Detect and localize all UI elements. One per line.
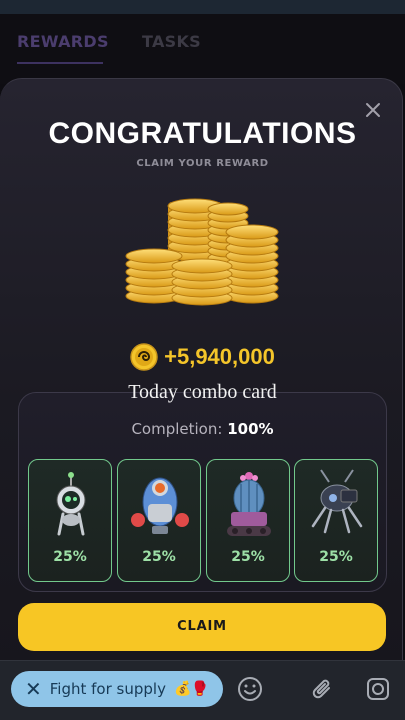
card-percent: 25% (319, 549, 353, 565)
tabs-bar: REWARDS TASKS (0, 14, 405, 84)
combo-title: Today combo card (128, 381, 277, 403)
status-strip (0, 0, 405, 14)
bot-command-chip[interactable]: ✕ Fight for supply 💰🥊 (11, 671, 223, 707)
reward-amount-row: +5,940,000 (0, 343, 405, 373)
combo-card-4[interactable]: 25% (294, 459, 378, 582)
card-percent: 25% (231, 549, 265, 565)
reward-amount: +5,940,000 (164, 344, 275, 369)
tab-tasks[interactable]: TASKS (142, 32, 201, 51)
completion-label: Completion: (131, 420, 223, 438)
coins-pile-icon (125, 198, 279, 306)
claim-button[interactable]: CLAIM (18, 603, 386, 651)
robot-drone-icon (56, 472, 86, 536)
combo-card-3[interactable]: 25% (206, 459, 290, 582)
completion-text: Completion: 100% (0, 420, 405, 438)
completion-value: 100% (227, 420, 274, 438)
camera-icon[interactable] (365, 676, 391, 702)
coin-icon (130, 343, 158, 371)
attach-icon[interactable] (310, 676, 336, 702)
emoji-icon[interactable] (237, 676, 263, 702)
boxer-robot-icon (131, 477, 189, 534)
cactus-tank-icon (227, 472, 271, 536)
modal-title: CONGRATULATIONS (48, 117, 357, 150)
combo-card-1[interactable]: 25% (28, 459, 112, 582)
tab-rewards[interactable]: REWARDS (17, 32, 109, 51)
active-tab-indicator (17, 62, 103, 64)
spider-drone-icon (311, 469, 363, 534)
combo-card-2[interactable]: 25% (117, 459, 201, 582)
close-icon: ✕ (25, 677, 42, 701)
chip-label: Fight for supply (49, 680, 166, 698)
modal-subtitle: CLAIM YOUR REWARD (136, 158, 269, 169)
card-percent: 25% (53, 549, 87, 565)
chip-emoji: 💰🥊 (173, 681, 209, 697)
card-percent: 25% (142, 549, 176, 565)
